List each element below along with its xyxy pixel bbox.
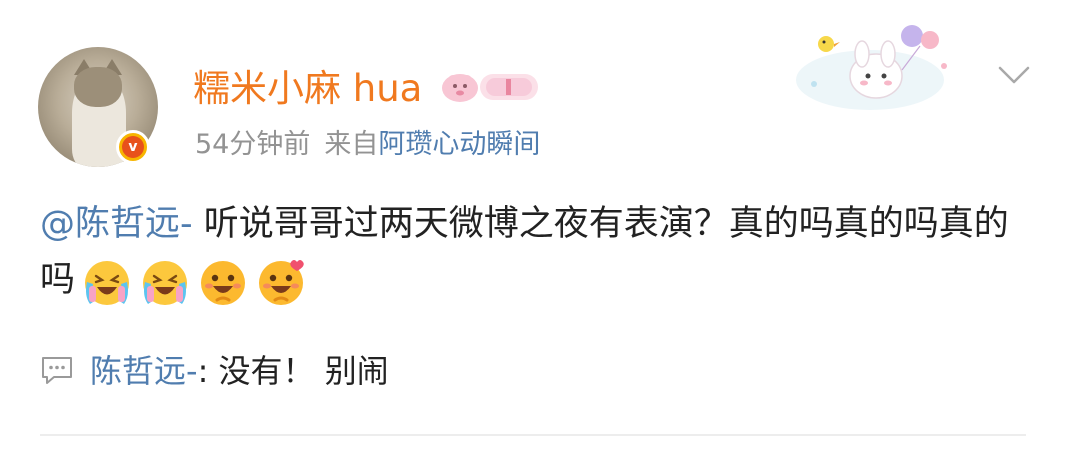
comment-separator: :: [197, 352, 219, 390]
divider: [40, 434, 1026, 436]
post-time: 54分钟前: [195, 129, 311, 160]
comment-icon: [42, 357, 72, 384]
post-from-label: 来自: [324, 129, 379, 160]
chevron-down-icon[interactable]: [996, 60, 1032, 90]
laugh-cry-emoji-icon: [143, 261, 188, 305]
avatar-cat-head: [74, 67, 122, 107]
comment-text: 没有！ 别闹: [218, 352, 389, 390]
post-content: @陈哲远- 听说哥哥过两天微博之夜有表演？真的吗真的吗真的吗: [40, 196, 1030, 309]
happy-emoji-icon: [259, 260, 304, 305]
username[interactable]: 糯米小麻 hua: [193, 67, 422, 111]
member-badge-icon: [442, 74, 538, 102]
laugh-cry-emoji-icon: [85, 261, 130, 305]
comment-user-link[interactable]: 陈哲远-: [90, 352, 198, 390]
post-meta: 54分钟前 来自阿瓒心动瞬间: [195, 127, 540, 163]
post-source-link[interactable]: 阿瓒心动瞬间: [378, 129, 540, 160]
bunny-balloon-decoration-icon: [796, 25, 947, 110]
verified-badge-icon: v: [116, 130, 150, 164]
comment-preview[interactable]: 陈哲远-: 没有！ 别闹: [40, 348, 389, 394]
mention-link[interactable]: @陈哲远-: [40, 204, 193, 244]
weibo-post-card: v 糯米小麻 hua 54分钟前 来自阿瓒心动瞬间 @陈哲远- 听说哥哥过两天微…: [0, 0, 1066, 454]
happy-emoji-icon: [201, 261, 246, 305]
emoji-row: [75, 253, 307, 309]
